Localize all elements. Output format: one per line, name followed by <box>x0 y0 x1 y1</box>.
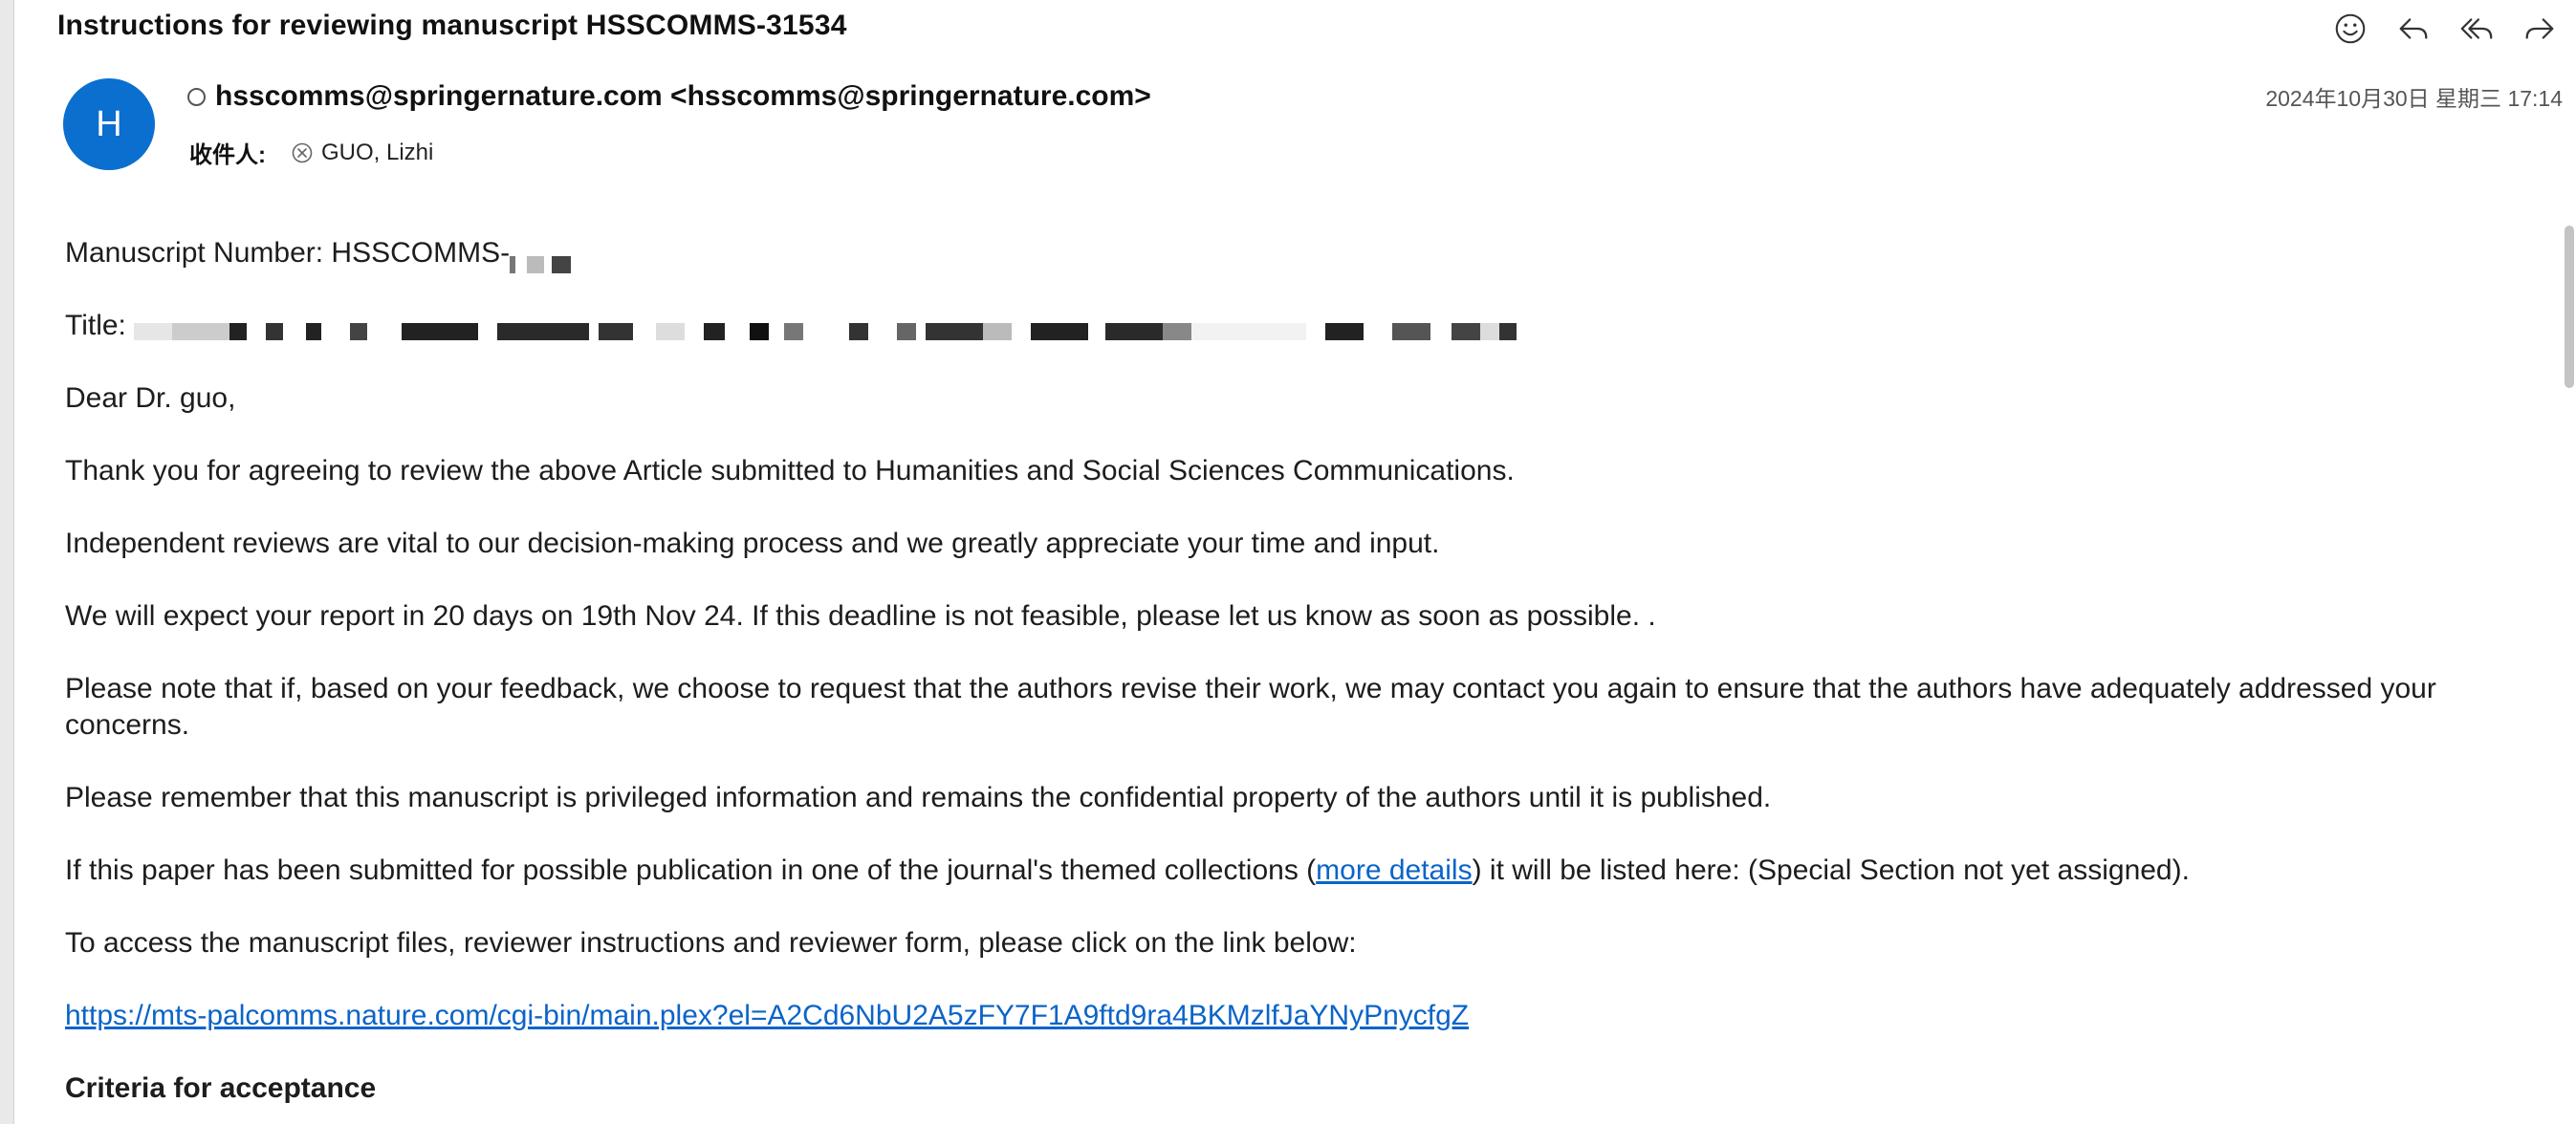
manuscript-number-label: Manuscript Number: HSSCOMMS- <box>65 237 511 269</box>
sender-address[interactable]: hsscomms@springernature.com <hsscomms@sp… <box>215 80 1151 113</box>
paragraph-access: To access the manuscript files, reviewer… <box>65 927 1357 959</box>
paragraph-revision: Please note that if, based on your feedb… <box>65 673 2436 741</box>
message-subject: Instructions for reviewing manuscript HS… <box>57 10 847 41</box>
recipient-chip[interactable]: GUO, Lizhi <box>291 140 433 166</box>
emoji-button[interactable] <box>2325 6 2375 52</box>
collections-text-before: If this paper has been submitted for pos… <box>65 854 1317 886</box>
remove-recipient-icon <box>292 142 313 162</box>
greeting: Dear Dr. guo, <box>65 382 236 414</box>
unread-status-icon[interactable] <box>187 87 206 106</box>
window-left-edge <box>0 0 14 1124</box>
scrollbar-thumb[interactable] <box>2565 226 2574 388</box>
sender-line: hsscomms@springernature.com <hsscomms@sp… <box>187 80 1151 113</box>
forward-icon <box>2525 18 2554 39</box>
more-details-link[interactable]: more details <box>1316 854 1472 886</box>
sender-avatar: H <box>63 78 155 170</box>
criteria-heading: Criteria for acceptance <box>65 1072 377 1104</box>
paragraph-collections: If this paper has been submitted for pos… <box>65 853 2532 889</box>
reply-icon <box>2399 18 2428 39</box>
paragraph-reviews: Independent reviews are vital to our dec… <box>65 528 1440 559</box>
emoji-icon <box>2335 13 2366 44</box>
reply-all-icon <box>2460 18 2493 39</box>
reply-all-button[interactable] <box>2452 6 2501 52</box>
mail-window: Instructions for reviewing manuscript HS… <box>0 0 2576 1124</box>
title-line: Title: <box>65 308 2532 344</box>
forward-button[interactable] <box>2515 6 2565 52</box>
redacted-manuscript-id <box>510 246 577 274</box>
title-label: Title: <box>65 310 126 341</box>
message-date: 2024年10月30日 星期三 17:14 <box>2265 86 2563 111</box>
to-label: 收件人: <box>189 142 266 168</box>
manuscript-link-line: https://mts-palcomms.nature.com/cgi-bin/… <box>65 998 2532 1034</box>
recipient-name: GUO, Lizhi <box>321 139 434 165</box>
message-body: Manuscript Number: HSSCOMMS- Title: Dear… <box>65 235 2532 1124</box>
collections-text-after: ) it will be listed here: (Special Secti… <box>1472 854 2190 886</box>
paragraph-confidential: Please remember that this manuscript is … <box>65 782 1772 813</box>
manuscript-number-line: Manuscript Number: HSSCOMMS- <box>65 235 2532 274</box>
recipient-line: 收件人: GUO, Lizhi <box>189 136 433 169</box>
redacted-title <box>134 313 1721 341</box>
paragraph-thanks: Thank you for agreeing to review the abo… <box>65 455 1515 486</box>
message-toolbar <box>2325 6 2576 52</box>
manuscript-link[interactable]: https://mts-palcomms.nature.com/cgi-bin/… <box>65 1000 1469 1031</box>
paragraph-deadline: We will expect your report in 20 days on… <box>65 600 1656 632</box>
reply-button[interactable] <box>2389 6 2438 52</box>
